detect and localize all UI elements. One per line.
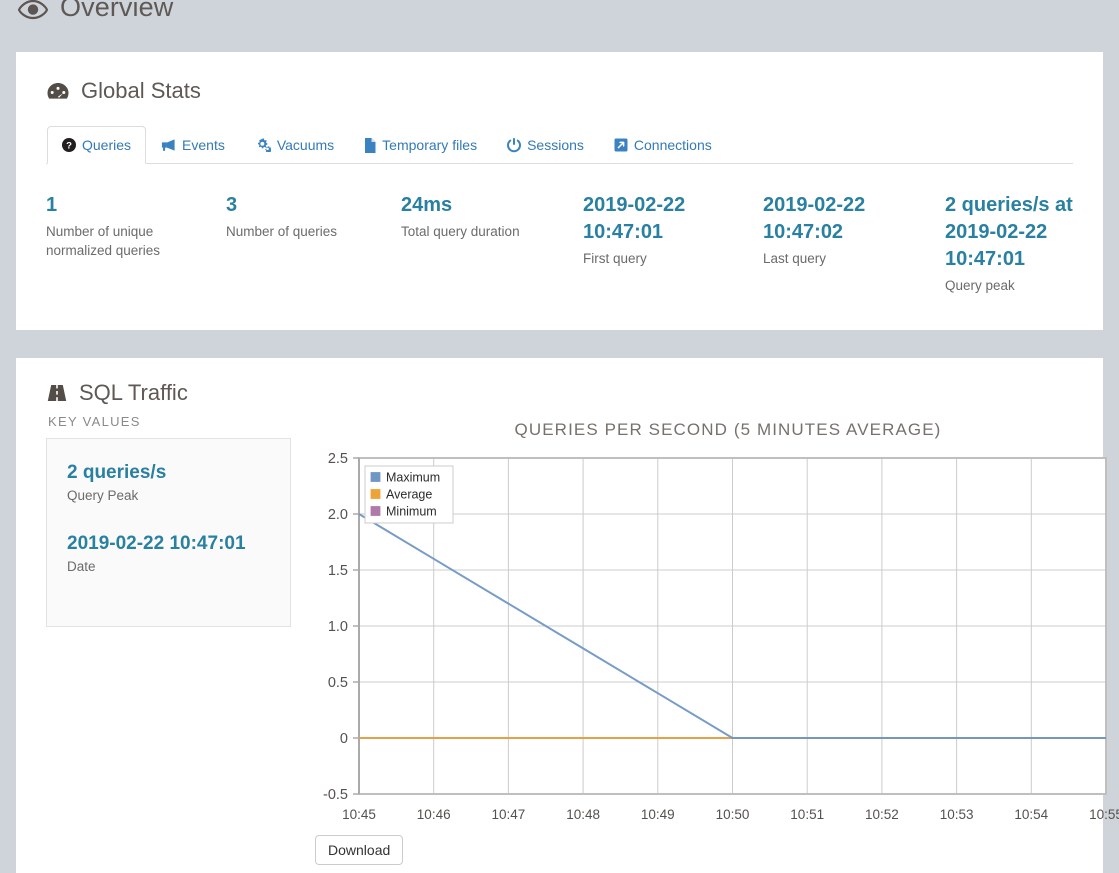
stat-value: 2019-02-22 10:47:02 [763,194,866,243]
tab-sessions-label: Sessions [527,137,584,153]
stat-query-peak: 2 queries/s at 2019-02-22 10:47:01 Query… [945,192,1095,295]
gears-icon [255,138,271,152]
sql-traffic-title: SQL Traffic [46,380,1073,406]
file-icon [364,137,376,153]
chart-title: QUERIES PER SECOND (5 MINUTES AVERAGE) [514,420,942,439]
stat-first-query: 2019-02-22 10:47:01 First query [583,192,763,295]
key-value-query-peak: 2 queries/s Query Peak [67,461,270,503]
svg-text:1.5: 1.5 [328,563,348,579]
svg-text:1.0: 1.0 [328,619,348,635]
svg-text:10:49: 10:49 [641,807,675,822]
bullhorn-icon [161,138,176,152]
key-value-amount: 2 queries/s [67,462,167,483]
external-link-icon [614,138,628,152]
tab-events[interactable]: Events [146,126,240,164]
svg-text:10:45: 10:45 [342,807,376,822]
svg-text:0: 0 [340,731,348,747]
svg-text:0.5: 0.5 [328,675,348,691]
svg-text:2.0: 2.0 [328,507,348,523]
tab-sessions[interactable]: Sessions [492,126,599,164]
download-button[interactable]: Download [315,835,404,865]
svg-text:2.5: 2.5 [328,451,348,467]
tab-temporary-files[interactable]: Temporary files [349,126,492,164]
svg-text:-0.5: -0.5 [323,787,348,803]
stat-label: Total query duration [401,224,520,239]
tab-vacuums-label: Vacuums [276,137,335,153]
svg-text:10:54: 10:54 [1014,807,1048,822]
chart-canvas[interactable]: 2.5 2.0 1.5 1.0 0.5 0 -0.5 10:45 10:46 10:47 10:48… [311,446,1119,836]
sql-traffic-panel: SQL Traffic KEY VALUES 2 queries/s Query… [16,358,1119,873]
stat-value: 2 queries/s at 2019-02-22 10:47:01 [945,194,1073,270]
tab-queries-label: Queries [82,137,132,153]
key-values-column: KEY VALUES 2 queries/s Query Peak 2019-0… [46,414,311,865]
svg-text:10:48: 10:48 [566,807,600,822]
svg-text:10:47: 10:47 [492,807,526,822]
dashboard-gauge-icon [46,81,70,102]
stat-label: Last query [763,251,827,266]
road-icon [46,383,68,403]
stat-label: First query [583,251,647,266]
stat-total-query-duration: 24ms Total query duration [401,192,583,295]
tab-queries[interactable]: ? Queries [47,126,147,164]
svg-text:?: ? [66,141,72,152]
svg-text:10:53: 10:53 [940,807,974,822]
stat-label: Number of unique normalized queries [46,224,161,258]
global-stats-panel: Global Stats ? Queries Events Vacuums Te… [16,52,1103,330]
global-stats-title-text: Global Stats [81,78,201,103]
stat-number-of-queries: 3 Number of queries [226,192,401,295]
tab-events-label: Events [182,137,225,153]
power-icon [507,137,522,153]
key-value-label: Query Peak [67,488,139,503]
stat-value: 2019-02-22 10:47:01 [583,194,686,243]
panel-separator [0,330,1119,358]
global-stats-values: 1 Number of unique normalized queries 3 … [46,164,1073,319]
svg-text:10:50: 10:50 [716,807,750,822]
key-value-date: 2019-02-22 10:47:01 Date [67,532,270,574]
tab-connections[interactable]: Connections [599,126,727,164]
stat-label: Query peak [945,278,1015,293]
question-circle-icon: ? [62,138,76,152]
chart-plot-area[interactable]: 2.5 2.0 1.5 1.0 0.5 0 -0.5 10:45 10:46 10:47 10:48… [311,446,1119,826]
stat-value: 1 [46,194,58,216]
sql-traffic-body: KEY VALUES 2 queries/s Query Peak 2019-0… [46,414,1119,865]
global-stats-title: Global Stats [46,78,1073,104]
key-value-label: Date [67,559,96,574]
svg-text:10:55: 10:55 [1089,807,1119,822]
tab-connections-label: Connections [633,137,712,153]
page-title: Overview [60,0,174,22]
key-values-box: 2 queries/s Query Peak 2019-02-22 10:47:… [46,438,291,627]
stat-value: 24ms [401,194,453,216]
svg-text:10:46: 10:46 [417,807,451,822]
stat-value: 3 [226,194,238,216]
key-value-amount: 2019-02-22 10:47:01 [67,533,246,554]
eye-icon [17,0,49,27]
tab-temporary-files-label: Temporary files [382,137,478,153]
stat-label: Number of queries [226,224,338,239]
global-stats-tabs: ? Queries Events Vacuums Temporary files… [46,126,1073,164]
queries-per-second-chart: QUERIES PER SECOND (5 MINUTES AVERAGE) 2… [311,414,1119,865]
key-values-heading: KEY VALUES [48,414,141,429]
sql-traffic-title-text: SQL Traffic [79,380,188,405]
svg-text:10:52: 10:52 [865,807,899,822]
tab-vacuums[interactable]: Vacuums [240,126,349,164]
svg-text:Maximum: Maximum [386,471,440,485]
stat-last-query: 2019-02-22 10:47:02 Last query [763,192,945,295]
stat-unique-normalized-queries: 1 Number of unique normalized queries [46,192,226,295]
svg-text:Average: Average [386,488,432,502]
svg-text:10:51: 10:51 [790,807,824,822]
svg-text:Minimum: Minimum [386,505,437,519]
page-header: Overview [0,0,1119,52]
